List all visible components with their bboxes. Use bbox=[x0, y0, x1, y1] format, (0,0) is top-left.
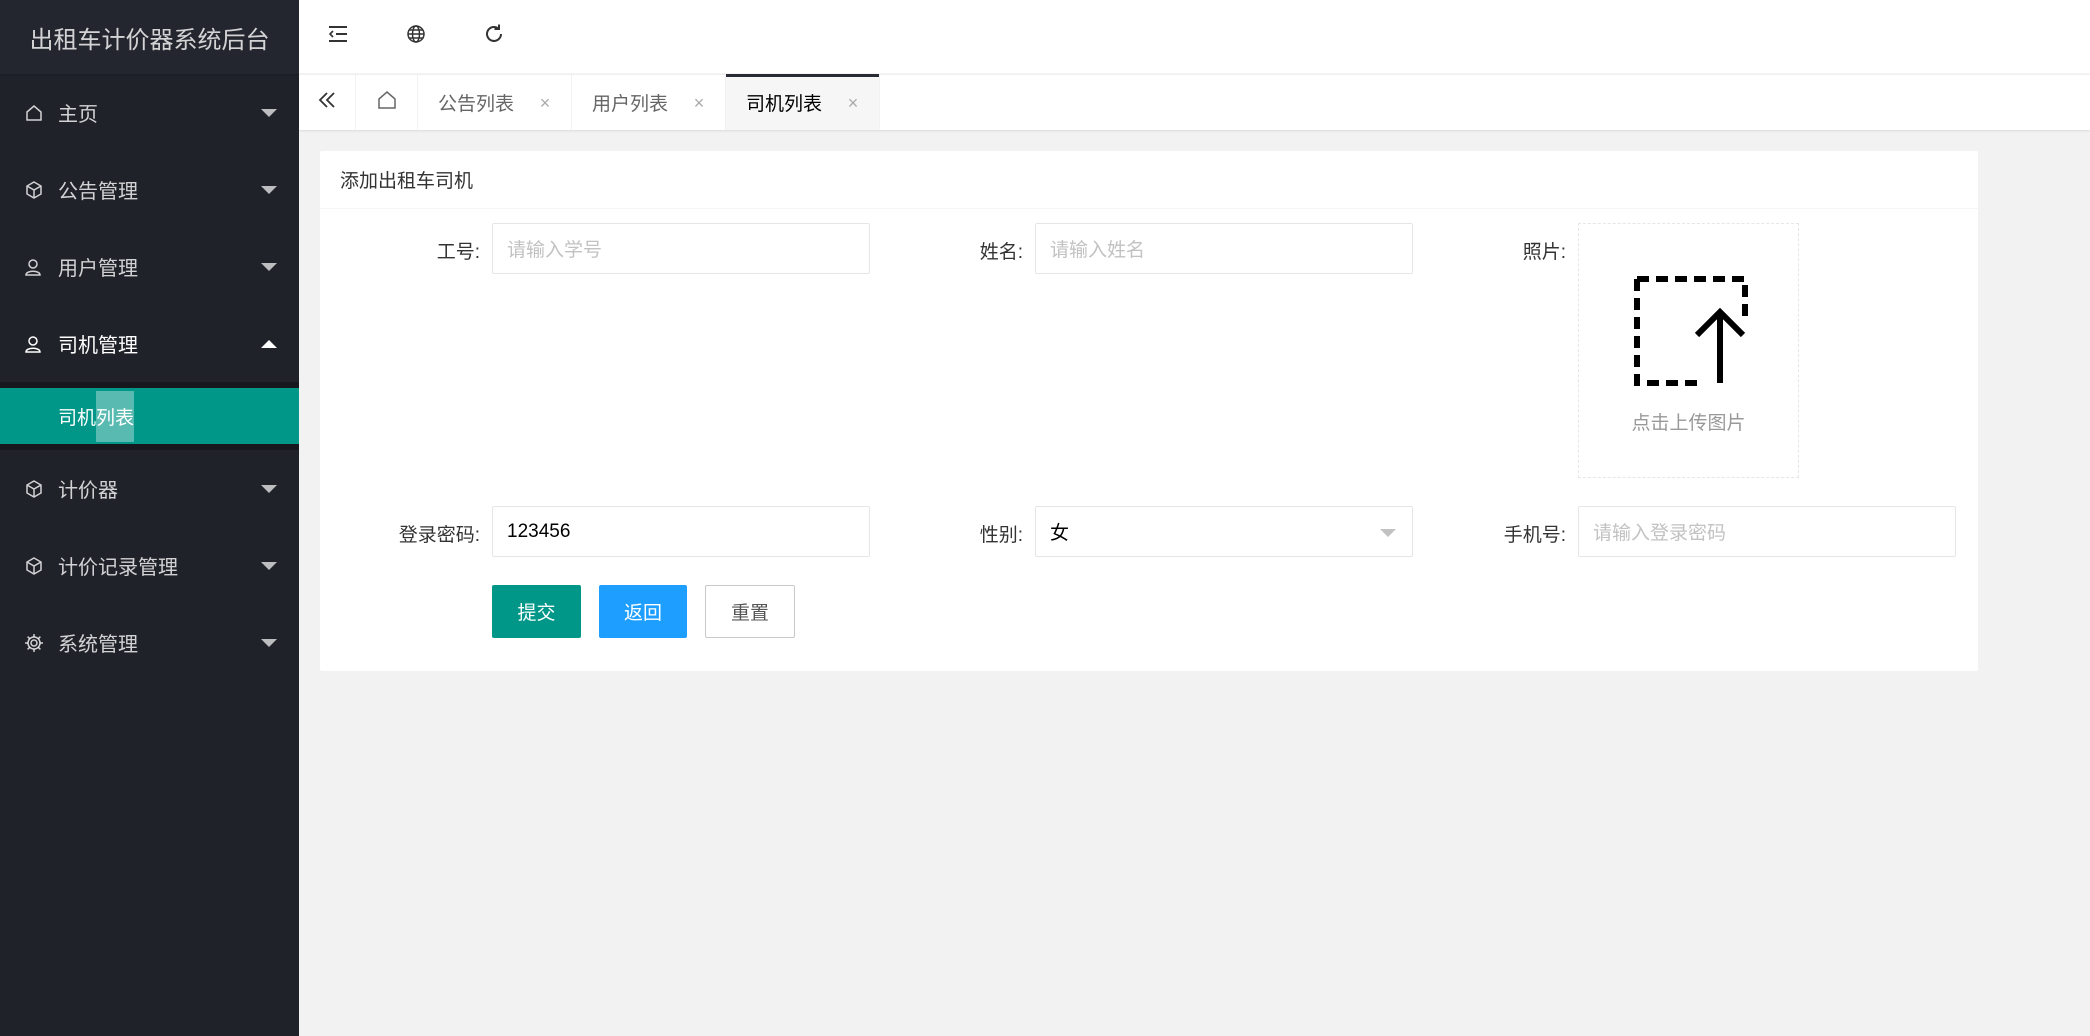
sidebar-item-fare-records[interactable]: 计价记录管理 bbox=[0, 527, 299, 604]
chevron-down-icon bbox=[261, 108, 277, 117]
close-icon[interactable]: × bbox=[689, 93, 709, 113]
photo-label: 照片: bbox=[1522, 242, 1566, 263]
menu-fold-button[interactable] bbox=[299, 0, 377, 74]
sidebar-item-home[interactable]: 主页 bbox=[0, 74, 299, 151]
sidebar-item-label: 计价记录管理 bbox=[58, 557, 178, 579]
gender-value: 女 bbox=[1050, 523, 1070, 544]
subitem-label-part2: 列表 bbox=[96, 390, 135, 442]
sidebar-subitem-driver-list[interactable]: 司机 列表 bbox=[0, 388, 299, 444]
top-header bbox=[299, 0, 2090, 74]
gender-label: 性别: bbox=[979, 525, 1023, 546]
gear-icon bbox=[24, 633, 44, 653]
tab-label: 公告列表 bbox=[438, 94, 515, 115]
sidebar-item-announcements[interactable]: 公告管理 bbox=[0, 151, 299, 228]
subitem-label-part1: 司机 bbox=[58, 407, 97, 429]
name-input[interactable]: 请输入姓名 bbox=[1035, 223, 1413, 274]
job-no-input[interactable]: 请输入学号 bbox=[492, 223, 870, 274]
add-driver-card: 添加出租车司机 工号: 请输入学号 姓名: 请输入姓名 照片: 点击上传图片 登… bbox=[320, 151, 1978, 671]
double-chevron-left-icon bbox=[316, 89, 338, 116]
password-label: 登录密码: bbox=[398, 525, 480, 546]
page-tabs: 公告列表 × 用户列表 × 司机列表 × bbox=[299, 74, 2090, 130]
menu-fold-icon bbox=[327, 23, 349, 50]
tab-label: 用户列表 bbox=[592, 94, 669, 115]
sidebar-item-users[interactable]: 用户管理 bbox=[0, 228, 299, 305]
chevron-down-icon bbox=[261, 262, 277, 271]
tab-announcement-list[interactable]: 公告列表 × bbox=[418, 75, 572, 130]
chevron-down-icon bbox=[261, 484, 277, 493]
gender-select[interactable]: 女 bbox=[1035, 506, 1413, 557]
chevron-down-icon bbox=[261, 561, 277, 570]
tabs-scroll-left-button[interactable] bbox=[299, 75, 356, 130]
tab-label: 司机列表 bbox=[746, 94, 823, 115]
sidebar-item-label: 系统管理 bbox=[58, 634, 138, 656]
sidebar-item-meter[interactable]: 计价器 bbox=[0, 450, 299, 527]
reset-button[interactable]: 重置 bbox=[705, 585, 795, 638]
upload-icon bbox=[1625, 267, 1753, 400]
sidebar-item-label: 用户管理 bbox=[58, 258, 138, 280]
sidebar-item-system[interactable]: 系统管理 bbox=[0, 604, 299, 681]
cube-icon bbox=[24, 479, 44, 499]
cube-icon bbox=[24, 556, 44, 576]
sidebar-submenu-drivers: 司机 列表 bbox=[0, 382, 299, 450]
photo-upload-area[interactable]: 点击上传图片 bbox=[1578, 223, 1799, 478]
refresh-button[interactable] bbox=[455, 0, 533, 74]
cube-icon bbox=[24, 180, 44, 200]
chevron-down-icon bbox=[261, 185, 277, 194]
sidebar: 出租车计价器系统后台 主页 公告管理 用户管理 司机管理 司机 列表 计价器 计… bbox=[0, 0, 299, 1036]
tab-home[interactable] bbox=[356, 75, 418, 130]
phone-label: 手机号: bbox=[1503, 525, 1566, 546]
card-title: 添加出租车司机 bbox=[320, 151, 1978, 209]
home-icon bbox=[376, 89, 398, 116]
globe-button[interactable] bbox=[377, 0, 455, 74]
sidebar-item-label: 司机管理 bbox=[58, 335, 138, 357]
sidebar-item-label: 公告管理 bbox=[58, 181, 138, 203]
chevron-down-icon bbox=[1380, 528, 1396, 537]
phone-input[interactable]: 请输入登录密码 bbox=[1578, 506, 1956, 557]
close-icon[interactable]: × bbox=[843, 93, 863, 113]
upload-text: 点击上传图片 bbox=[1631, 412, 1746, 434]
tab-driver-list[interactable]: 司机列表 × bbox=[726, 74, 880, 130]
globe-icon bbox=[405, 23, 427, 50]
sidebar-item-label: 计价器 bbox=[58, 480, 118, 502]
job-no-label: 工号: bbox=[436, 242, 480, 263]
tab-user-list[interactable]: 用户列表 × bbox=[572, 75, 726, 130]
sidebar-item-label: 主页 bbox=[58, 104, 98, 126]
name-label: 姓名: bbox=[979, 242, 1023, 263]
sidebar-item-drivers[interactable]: 司机管理 bbox=[0, 305, 299, 382]
home-icon bbox=[24, 103, 44, 123]
password-input[interactable]: 123456 bbox=[492, 506, 870, 557]
chevron-up-icon bbox=[261, 339, 277, 348]
close-icon[interactable]: × bbox=[535, 93, 555, 113]
chevron-down-icon bbox=[261, 638, 277, 647]
refresh-icon bbox=[483, 23, 505, 50]
user-icon bbox=[24, 257, 44, 277]
back-button[interactable]: 返回 bbox=[599, 585, 687, 638]
submit-button[interactable]: 提交 bbox=[492, 585, 581, 638]
sidebar-menu: 主页 公告管理 用户管理 司机管理 司机 列表 计价器 计价记录管理 系统管理 bbox=[0, 74, 299, 681]
user-icon bbox=[24, 334, 44, 354]
app-title: 出租车计价器系统后台 bbox=[0, 0, 299, 74]
